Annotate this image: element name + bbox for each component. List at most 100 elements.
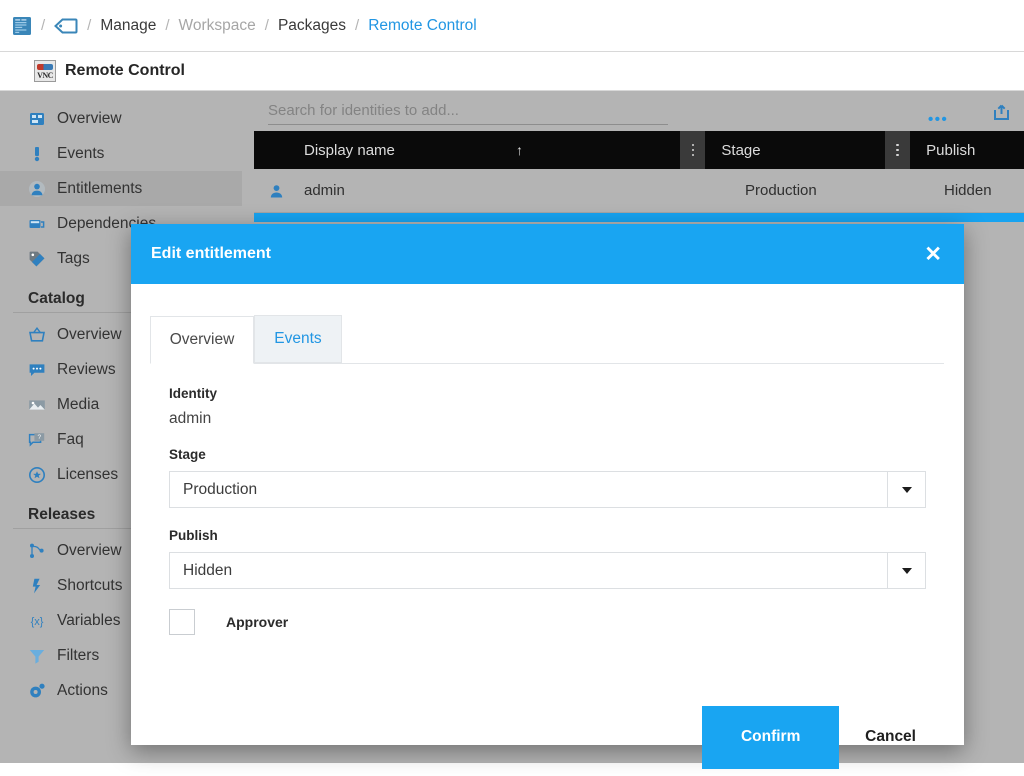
- breadcrumb-separator-0: /: [41, 17, 45, 34]
- table-row[interactable]: admin Production Hidden: [254, 169, 1024, 213]
- identity-value: admin: [169, 410, 944, 428]
- sidebar-item-label: Faq: [57, 431, 84, 449]
- publish-label: Publish: [169, 528, 944, 543]
- column-header-label: Publish: [926, 142, 975, 159]
- events-icon: [28, 145, 57, 163]
- sidebar-item-label: Tags: [57, 250, 90, 268]
- cancel-button[interactable]: Cancel: [839, 706, 942, 769]
- search-input[interactable]: [268, 102, 668, 125]
- dependencies-icon: [28, 215, 57, 233]
- breadcrumb-separator-3: /: [265, 17, 269, 34]
- sidebar-item-label: Overview: [57, 542, 122, 560]
- sidebar-item-label: Overview: [57, 110, 122, 128]
- cell-display-name: admin: [254, 182, 729, 199]
- modal-body: Overview Events Identity admin Stage Pro…: [131, 315, 964, 776]
- column-header-stage[interactable]: Stage: [705, 131, 885, 169]
- sidebar-item-label: Variables: [57, 612, 120, 630]
- breadcrumb-separator-2: /: [165, 17, 169, 34]
- tag-icon: [28, 250, 57, 268]
- sidebar-item-label: Actions: [57, 682, 108, 700]
- cell-publish: Hidden: [944, 182, 1024, 199]
- close-icon[interactable]: ✕: [924, 244, 942, 265]
- sidebar-item-entitlements[interactable]: Entitlements: [0, 171, 242, 206]
- sort-ascending-icon[interactable]: ↑: [516, 143, 523, 157]
- sidebar-item-label: Filters: [57, 647, 99, 665]
- license-icon: [28, 466, 57, 484]
- breadcrumb-item-packages[interactable]: Packages: [278, 17, 346, 35]
- breadcrumb-separator-1: /: [87, 17, 91, 34]
- variables-icon: {x}: [28, 612, 57, 630]
- toolbar: •••: [254, 91, 1024, 135]
- gear-icon: [28, 682, 57, 700]
- tab-label: Events: [274, 330, 321, 348]
- sidebar-item-events[interactable]: Events: [0, 136, 242, 171]
- faq-icon: ?: [28, 431, 57, 449]
- sidebar-item-label: Media: [57, 396, 99, 414]
- publish-dropdown-button[interactable]: [887, 553, 925, 588]
- tab-label: Overview: [170, 331, 235, 349]
- column-header-display-name[interactable]: Display name ↑: [254, 131, 680, 169]
- chevron-down-icon: [902, 487, 912, 493]
- sidebar-section-label: Catalog: [28, 290, 85, 307]
- confirm-button[interactable]: Confirm: [702, 706, 839, 769]
- column-header-label: Stage: [721, 142, 760, 159]
- sidebar-section-label: Releases: [28, 506, 95, 523]
- modal-title: Edit entitlement: [151, 245, 271, 263]
- shortcut-icon: [28, 577, 57, 595]
- sidebar-item-label: Overview: [57, 326, 122, 344]
- edit-entitlement-dialog: Edit entitlement ✕ Overview Events Ident…: [131, 224, 964, 745]
- page-title-bar: VNC Remote Control: [0, 52, 1024, 91]
- breadcrumb-item-remote-control[interactable]: Remote Control: [368, 17, 477, 35]
- row-selected-indicator: [254, 213, 1024, 222]
- approver-row: Approver: [169, 609, 944, 635]
- page-title: Remote Control: [65, 62, 185, 80]
- tab-events[interactable]: Events: [254, 315, 342, 363]
- identity-label: Identity: [169, 386, 944, 401]
- sidebar-item-label: Reviews: [57, 361, 116, 379]
- sidebar-item-label: Licenses: [57, 466, 118, 484]
- stage-label: Stage: [169, 447, 944, 462]
- cell-stage: Production: [729, 182, 944, 199]
- breadcrumb-item-workspace[interactable]: Workspace: [179, 17, 256, 35]
- grid-app-icon[interactable]: [12, 16, 32, 36]
- comment-icon: [28, 361, 57, 379]
- tab-overview[interactable]: Overview: [150, 316, 254, 364]
- publish-selected-value: Hidden: [170, 562, 232, 580]
- column-menu-handle-1[interactable]: [680, 131, 705, 169]
- column-header-publish[interactable]: Publish: [910, 131, 1024, 169]
- sidebar-item-overview[interactable]: Overview: [0, 101, 242, 136]
- vnc-logo-icon: VNC: [34, 60, 56, 82]
- stage-select[interactable]: Production: [169, 471, 926, 508]
- filter-icon: [28, 647, 57, 665]
- sidebar-item-label: Entitlements: [57, 180, 142, 198]
- cell-text: admin: [304, 182, 345, 199]
- chevron-down-icon: [902, 568, 912, 574]
- column-menu-handle-2[interactable]: [885, 131, 910, 169]
- user-shield-icon: [28, 180, 57, 198]
- sidebar-item-label: Shortcuts: [57, 577, 122, 595]
- column-header-label: Display name: [304, 142, 395, 159]
- basket-icon: [28, 326, 57, 344]
- vnc-badge-text: VNC: [35, 71, 55, 80]
- approver-checkbox[interactable]: [169, 609, 195, 635]
- approver-label: Approver: [226, 614, 288, 630]
- breadcrumb-bar: / / Manage / Workspace / Packages / Remo…: [0, 0, 1024, 52]
- breadcrumb-item-manage[interactable]: Manage: [100, 17, 156, 35]
- breadcrumb-separator-4: /: [355, 17, 359, 34]
- svg-text:?: ?: [38, 434, 42, 441]
- stage-selected-value: Production: [170, 481, 257, 499]
- tag-icon[interactable]: [54, 18, 78, 34]
- table-header: Display name ↑ Stage Publish: [254, 131, 1024, 169]
- svg-text:{x}: {x}: [31, 616, 44, 628]
- image-icon: [28, 396, 57, 414]
- modal-header: Edit entitlement ✕: [131, 224, 964, 284]
- stage-dropdown-button[interactable]: [887, 472, 925, 507]
- sidebar-item-label: Events: [57, 145, 104, 163]
- branch-icon: [28, 542, 57, 560]
- dashboard-icon: [28, 110, 57, 128]
- ellipsis-icon[interactable]: •••: [928, 116, 948, 124]
- publish-select[interactable]: Hidden: [169, 552, 926, 589]
- entitlement-form: Identity admin Stage Production Publish …: [131, 364, 964, 635]
- modal-footer: Confirm Cancel: [131, 698, 964, 776]
- modal-tabs: Overview Events: [150, 315, 944, 364]
